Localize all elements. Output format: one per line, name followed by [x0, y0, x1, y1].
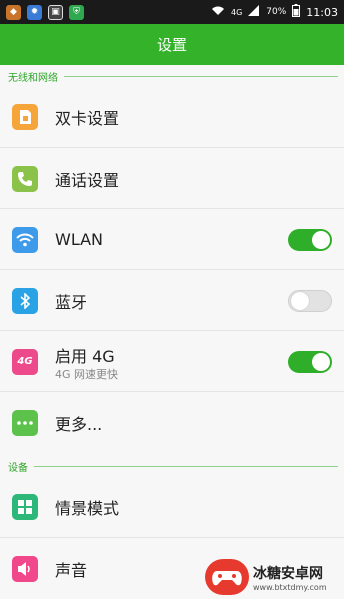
- watermark: 冰糖安卓网 www.btxtdmy.com: [205, 555, 344, 599]
- watermark-url: www.btxtdmy.com: [253, 582, 327, 592]
- settings-item-profile-mode[interactable]: 情景模式: [0, 476, 344, 537]
- profile-mode-icon: [12, 493, 38, 520]
- item-label: 启用 4G: [55, 347, 115, 366]
- phone-icon: [12, 165, 38, 192]
- status-bar: ◆ ✹ ▣ ⛨ 4G 70% 11:03: [0, 0, 344, 24]
- section-title: 无线和网络: [8, 72, 58, 84]
- sound-icon: [12, 555, 38, 582]
- item-label: 蓝牙: [55, 292, 88, 312]
- notification-icon-1: ◆: [6, 4, 21, 20]
- settings-item-wlan[interactable]: WLAN: [0, 209, 344, 270]
- section-header-device: 设备: [8, 457, 338, 475]
- section-divider: [64, 75, 338, 77]
- screenshot-icon: ▣: [48, 4, 63, 20]
- item-label: 双卡设置: [55, 108, 120, 128]
- battery-icon: [292, 4, 301, 20]
- wlan-toggle[interactable]: [288, 228, 332, 251]
- network-type: 4G: [230, 7, 243, 17]
- settings-screen: ◆ ✹ ▣ ⛨ 4G 70% 11:03 设置 无线和网络 双卡设置 通话设置 …: [0, 0, 344, 599]
- signal-icon: [248, 5, 260, 19]
- 4g-toggle[interactable]: [288, 350, 332, 373]
- page-title: 设置: [156, 36, 187, 54]
- item-sublabel: 4G 网速更快: [55, 368, 119, 381]
- settings-item-call[interactable]: 通话设置: [0, 148, 344, 209]
- settings-item-4g[interactable]: 4G 启用 4G 4G 网速更快: [0, 331, 344, 392]
- battery-level: 70%: [266, 7, 287, 17]
- settings-item-bluetooth[interactable]: 蓝牙: [0, 270, 344, 331]
- wifi-icon: [12, 226, 38, 253]
- section-header-wireless: 无线和网络: [8, 67, 338, 85]
- app-bar: 设置: [0, 24, 344, 65]
- wifi-status-icon: [211, 5, 225, 19]
- gamepad-logo-icon: [205, 559, 249, 595]
- item-label: 声音: [55, 560, 88, 580]
- security-icon: ⛨: [69, 4, 84, 20]
- toggle-knob: [291, 291, 309, 310]
- bluetooth-icon: [12, 287, 38, 314]
- section-divider: [34, 465, 338, 467]
- toggle-knob: [312, 230, 330, 249]
- item-label: 更多...: [55, 414, 103, 434]
- section-title: 设备: [8, 462, 28, 474]
- item-label: WLAN: [55, 230, 104, 249]
- dual-sim-icon: [12, 103, 38, 130]
- bluetooth-toggle[interactable]: [288, 289, 332, 312]
- toggle-knob: [312, 352, 330, 371]
- clock: 11:03: [306, 5, 338, 19]
- settings-item-dual-sim[interactable]: 双卡设置: [0, 86, 344, 147]
- 4g-icon: 4G: [12, 348, 38, 375]
- more-icon: [12, 409, 38, 436]
- settings-item-more[interactable]: 更多...: [0, 392, 344, 453]
- notification-icon-2: ✹: [27, 4, 42, 20]
- item-label: 情景模式: [55, 498, 120, 518]
- item-label: 通话设置: [55, 170, 120, 190]
- watermark-title: 冰糖安卓网: [253, 565, 323, 582]
